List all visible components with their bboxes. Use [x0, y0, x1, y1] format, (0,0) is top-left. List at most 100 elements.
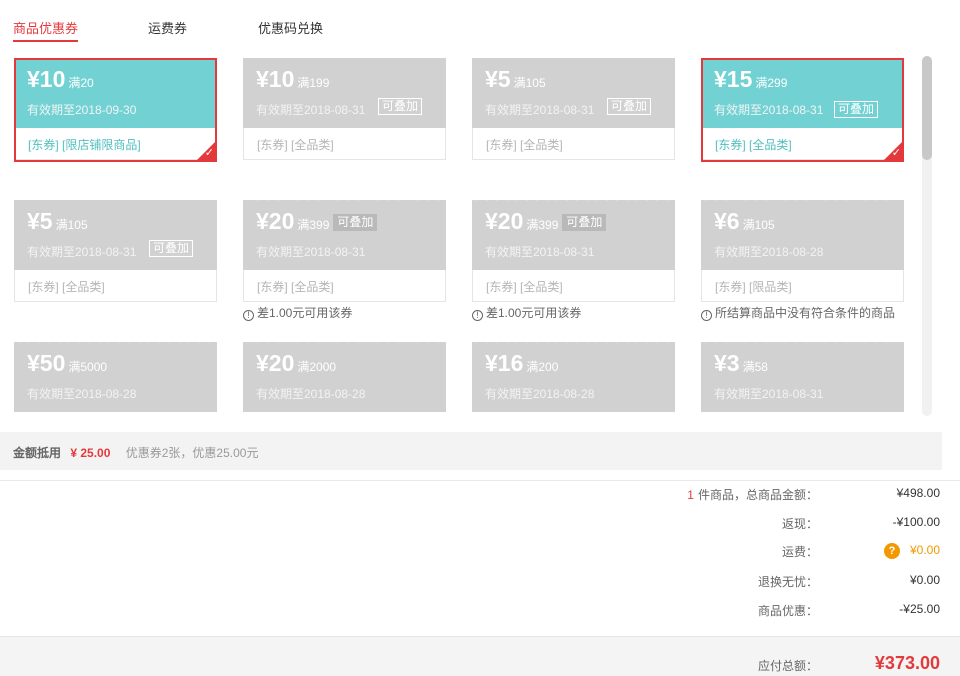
total-row-return: 退换无忧： ¥0.00 [540, 573, 940, 593]
coupon-face: ¥20 满399 可叠加 有效期至2018-08-31 [472, 197, 675, 270]
discount-value: -¥25.00 [899, 602, 940, 616]
cashback-label: 返现： [781, 517, 818, 531]
stackable-badge: 可叠加 [607, 98, 652, 115]
coupon-amount: ¥20 满399 可叠加 [256, 208, 378, 235]
coupon-face: ¥6 满105 有效期至2018-08-28 [701, 197, 904, 270]
total-row-discount: 商品优惠： -¥25.00 [540, 602, 940, 622]
stackable-badge: 可叠加 [333, 214, 378, 231]
coupon-condition: 满200 [526, 360, 559, 374]
coupon-amount: ¥16 满200 [485, 350, 559, 376]
coupon-condition: 满105 [742, 218, 775, 232]
coupon-wave-edge [243, 339, 446, 345]
shipping-label: 运费： [781, 545, 818, 559]
coupon-validity: 有效期至2018-08-28 [27, 387, 137, 401]
tab-shipping-coupons[interactable]: 运费券 [148, 18, 187, 37]
coupon-card: ¥20 满399 可叠加 有效期至2018-08-31 [东券] [全品类] ! 差1… [243, 197, 446, 321]
summary-amount: ¥ 25.00 [70, 446, 111, 460]
coupon-wave-edge [701, 339, 904, 345]
coupon-validity: 有效期至2018-08-28 [256, 387, 366, 401]
payable-value: ¥373.00 [874, 653, 940, 673]
check-icon: ✓ [891, 147, 901, 159]
total-row-shipping: 运费： ? ¥0.00 [540, 543, 940, 563]
coupon-scope: [东券] [全品类] [472, 128, 675, 160]
coupon-scope: [东券] [全品类] [14, 270, 217, 302]
coupon-validity: 有效期至2018-08-28 [714, 245, 824, 259]
coupon-face: ¥5 满105 有效期至2018-08-31 可叠加 [472, 58, 675, 128]
coupon-card[interactable]: ¥5 满105 有效期至2018-08-31 可叠加 [东券] [全品类] [14, 200, 217, 302]
summary-label: 金额抵用 [13, 446, 62, 460]
coupon-card: ¥20 满399 可叠加 有效期至2018-08-31 [东券] [全品类] ! 差1… [472, 197, 675, 321]
coupon-card[interactable]: ¥15 满299 有效期至2018-08-31 可叠加 [东券] [全品类] ✓ [701, 58, 904, 162]
scrollbar-thumb[interactable] [922, 56, 932, 160]
coupon-card: ¥6 满105 有效期至2018-08-28 [东券] [限品类] ! 所结算商品中… [701, 197, 904, 321]
coupon-amount: ¥5 满105 [485, 66, 546, 92]
return-value: ¥0.00 [909, 573, 940, 587]
items-label: 1 件商品，总商品金额： [687, 488, 818, 502]
coupon-wave-edge [472, 339, 675, 345]
coupon-condition: 满399 [526, 218, 559, 232]
coupon-condition: 满58 [742, 360, 768, 374]
coupon-face: ¥5 满105 有效期至2018-08-31 可叠加 [14, 200, 217, 270]
tab-promo-code-redeem[interactable]: 优惠码兑换 [258, 18, 323, 37]
coupon-face: ¥3 满58 有效期至2018-08-31 [701, 339, 904, 412]
coupon-unavailable-tip: ! 所结算商品中没有符合条件的商品 [701, 304, 895, 321]
coupon-amount: ¥5 满105 [27, 208, 88, 234]
info-icon: ! [243, 310, 254, 321]
coupon-validity: 有效期至2018-08-28 [485, 387, 595, 401]
coupon-validity: 有效期至2018-08-31 [27, 245, 137, 259]
coupon-condition: 满5000 [68, 360, 108, 374]
coupon-card: ¥16 满200 有效期至2018-08-28 [472, 339, 675, 416]
check-icon: ✓ [204, 147, 214, 159]
coupon-scope: [东券] [全品类] [243, 128, 446, 160]
cashback-value: -¥100.00 [892, 515, 940, 529]
coupon-condition: 满399 [297, 218, 330, 232]
items-value: ¥498.00 [896, 486, 940, 500]
coupon-scope: [东券] [全品类] [472, 270, 675, 302]
coupon-amount: ¥6 满105 [714, 208, 775, 234]
coupon-face: ¥20 满2000 有效期至2018-08-28 [243, 339, 446, 412]
coupon-wave-edge [14, 339, 217, 345]
coupon-scope: [东券] [限品类] [701, 270, 904, 302]
coupon-card: ¥20 满2000 有效期至2018-08-28 [243, 339, 446, 416]
coupon-selected-frame [701, 58, 904, 162]
shipping-value-wrap: ? ¥0.00 [883, 543, 940, 559]
question-icon[interactable]: ? [883, 543, 900, 559]
coupon-condition: 满199 [297, 76, 330, 90]
total-row-items: 1 件商品，总商品金额： ¥498.00 [540, 486, 940, 506]
coupon-scope: [东券] [全品类] [243, 270, 446, 302]
shipping-value: ¥0.00 [909, 543, 940, 558]
total-row-cashback: 返现： -¥100.00 [540, 515, 940, 535]
coupon-card[interactable]: ¥5 满105 有效期至2018-08-31 可叠加 [东券] [全品类] [472, 58, 675, 160]
coupon-validity: 有效期至2018-08-31 [256, 245, 366, 259]
coupon-list-scrollbar[interactable] [922, 56, 932, 416]
payable-total-bar: 应付总额： ¥373.00 [0, 636, 960, 676]
info-icon: ! [472, 310, 483, 321]
divider [0, 480, 960, 481]
coupon-validity: 有效期至2018-08-31 [485, 245, 595, 259]
coupon-validity: 有效期至2018-08-31 [256, 103, 366, 117]
coupon-face: ¥50 满5000 有效期至2018-08-28 [14, 339, 217, 412]
summary-detail: 优惠券2张，优惠25.00元 [125, 446, 259, 460]
coupon-wave-edge [701, 197, 904, 203]
info-icon: ! [701, 310, 712, 321]
return-label: 退换无忧： [757, 575, 818, 589]
coupon-face: ¥20 满399 可叠加 有效期至2018-08-31 [243, 197, 446, 270]
coupon-amount: ¥3 满58 [714, 350, 768, 376]
coupon-list: ¥10 满20 有效期至2018-09-30 [东券] [限店铺限商品] ✓ ¥1… [0, 52, 940, 416]
coupon-unavailable-tip: ! 差1.00元可用该券 [243, 304, 352, 321]
tab-product-coupons[interactable]: 商品优惠券 [13, 18, 79, 42]
coupon-card: ¥50 满5000 有效期至2018-08-28 [14, 339, 217, 416]
coupon-unavailable-tip: ! 差1.00元可用该券 [472, 304, 581, 321]
coupon-wave-edge [243, 197, 446, 203]
coupon-validity: 有效期至2018-08-31 [485, 103, 595, 117]
coupon-card[interactable]: ¥10 满199 有效期至2018-08-31 可叠加 [东券] [全品类] [243, 58, 446, 160]
coupon-card[interactable]: ¥10 满20 有效期至2018-09-30 [东券] [限店铺限商品] ✓ [14, 58, 217, 162]
coupon-condition: 满2000 [297, 360, 337, 374]
coupon-summary-bar: 金额抵用 ¥ 25.00 优惠券2张，优惠25.00元 [0, 432, 942, 470]
coupon-validity: 有效期至2018-08-31 [714, 387, 824, 401]
coupon-condition: 满105 [513, 76, 546, 90]
coupon-card: ¥3 满58 有效期至2018-08-31 [701, 339, 904, 416]
stackable-badge: 可叠加 [378, 98, 423, 115]
coupon-amount: ¥20 满2000 [256, 350, 337, 376]
coupon-face: ¥10 满199 有效期至2018-08-31 可叠加 [243, 58, 446, 128]
